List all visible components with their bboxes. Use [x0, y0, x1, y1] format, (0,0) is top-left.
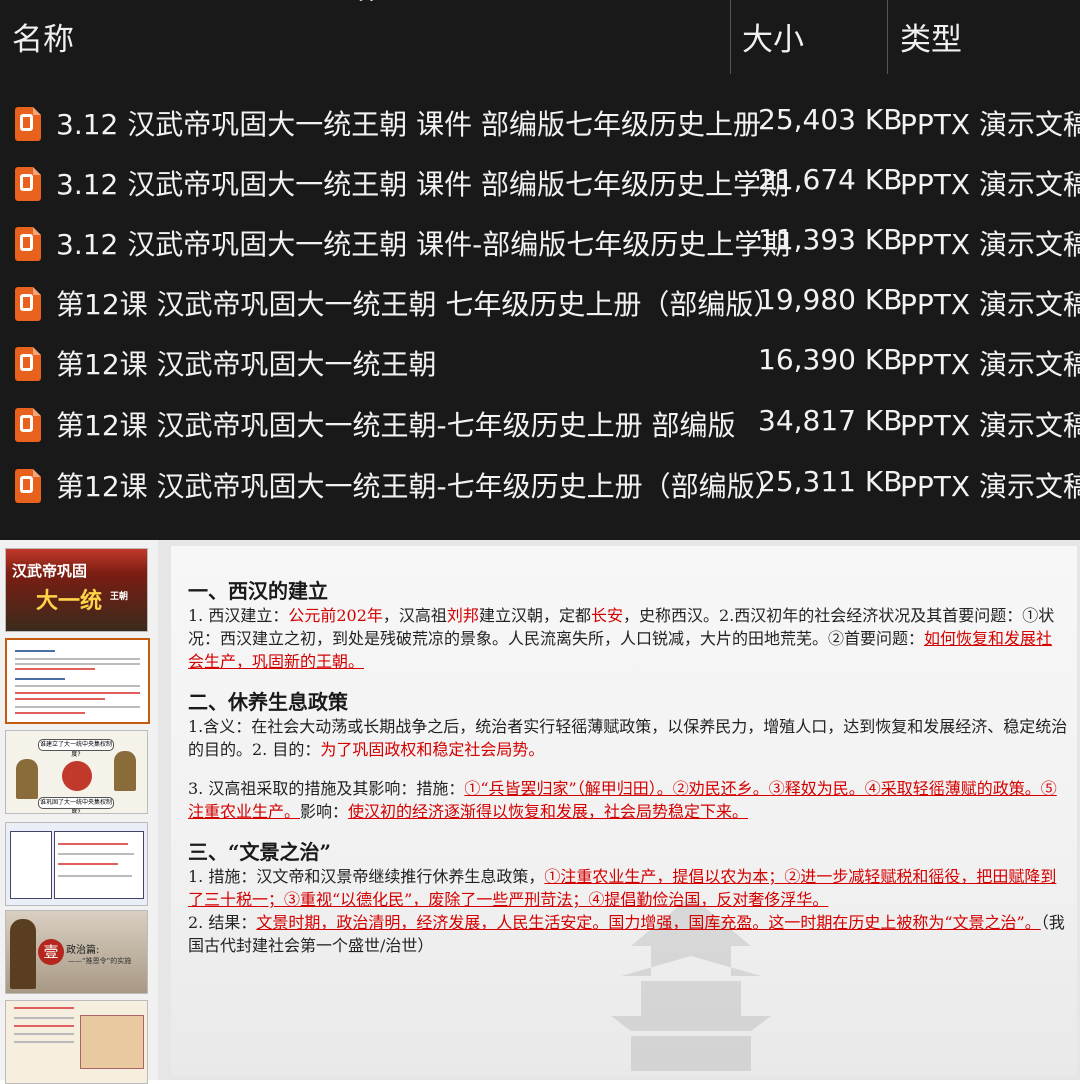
- slide-paragraph: 1.含义：在社会大动荡或长期战争之后，统治者实行轻徭薄赋政策，以保养民力，增殖人…: [188, 717, 1068, 759]
- file-size: 25,403 KB: [758, 103, 903, 136]
- column-divider[interactable]: [730, 0, 731, 74]
- file-size: 16,390 KB: [758, 343, 903, 376]
- thumb-question: 谁巩固了大一统中央集权制度?: [38, 797, 114, 814]
- file-name: 第12课 汉武帝巩固大一统王朝-七年级历史上册 部编版: [56, 409, 736, 442]
- pptx-file-icon: [15, 107, 41, 141]
- file-size: 19,980 KB: [758, 283, 903, 316]
- file-type: PPTX 演示文稿: [900, 348, 1080, 381]
- thumb-badge: 壹: [38, 939, 64, 965]
- slide-thumbnail[interactable]: 谁建立了大一统中央集权制度? 谁巩固了大一统中央集权制度?: [5, 730, 148, 814]
- file-row[interactable]: 3.12 汉武帝巩固大一统王朝 课件 部编版七年级历史上学期 21,674 KB…: [0, 155, 1080, 211]
- pptx-file-icon: [15, 469, 41, 503]
- pptx-file-icon: [15, 347, 41, 381]
- file-size: 25,311 KB: [758, 465, 903, 498]
- slide-canvas[interactable]: 一、西汉的建立 1. 西汉建立：公元前202年，汉高祖刘邦建立汉朝，定都长安，史…: [171, 546, 1077, 1076]
- presentation-window: 汉武帝巩固 大一统 王朝 谁建立了大一统中央集权制度? 谁巩固了大一统中央集权制…: [0, 540, 1080, 1084]
- section-heading: 一、西汉的建立: [188, 579, 328, 603]
- file-name: 第12课 汉武帝巩固大一统王朝: [56, 348, 437, 381]
- file-name: 3.12 汉武帝巩固大一统王朝 课件-部编版七年级历史上学期: [56, 228, 791, 261]
- file-name: 3.12 汉武帝巩固大一统王朝 课件 部编版七年级历史上册: [56, 108, 762, 141]
- slide-paragraph: 3. 汉高祖采取的措施及其影响：措施：①“兵皆罢归家”（解甲归田）。②劝民还乡。…: [188, 779, 1057, 821]
- slide-thumbnail[interactable]: [5, 822, 148, 906]
- slide-thumbnail[interactable]: 壹 政治篇: ——“推恩令”的实施: [5, 910, 148, 994]
- column-divider[interactable]: [887, 0, 888, 74]
- file-row[interactable]: 3.12 汉武帝巩固大一统王朝 课件 部编版七年级历史上册 25,403 KB …: [0, 95, 1080, 151]
- file-type: PPTX 演示文稿: [900, 409, 1080, 442]
- slide-thumbnail[interactable]: [5, 1000, 148, 1084]
- file-size: 11,393 KB: [758, 223, 903, 256]
- column-header-name[interactable]: 名称: [12, 14, 74, 59]
- file-name: 第12课 汉武帝巩固大一统王朝-七年级历史上册（部编版）: [56, 470, 783, 503]
- section-heading: 三、“文景之治”: [188, 840, 332, 864]
- pptx-file-icon: [15, 167, 41, 201]
- file-name: 3.12 汉武帝巩固大一统王朝 课件 部编版七年级历史上学期: [56, 168, 790, 201]
- column-header-type[interactable]: 类型: [900, 14, 962, 59]
- thumb-title-large: 大一统: [36, 588, 103, 614]
- file-type: PPTX 演示文稿: [900, 470, 1080, 503]
- slide-thumbnail-panel[interactable]: 汉武帝巩固 大一统 王朝 谁建立了大一统中央集权制度? 谁巩固了大一统中央集权制…: [0, 540, 158, 1084]
- file-type: PPTX 演示文稿: [900, 228, 1080, 261]
- slide-thumbnail-selected[interactable]: [5, 638, 150, 724]
- file-type: PPTX 演示文稿: [900, 288, 1080, 321]
- thumb-caption: 政治篇:: [66, 945, 100, 956]
- file-name: 第12课 汉武帝巩固大一统王朝 七年级历史上册（部编版）: [56, 288, 782, 321]
- sort-indicator[interactable]: ^: [357, 0, 375, 17]
- file-size: 21,674 KB: [758, 163, 903, 196]
- pptx-file-icon: [15, 227, 41, 261]
- pptx-file-icon: [15, 287, 41, 321]
- slide-paragraph: 2. 结果：文景时期，政治清明，经济发展，人民生活安定。国力增强，国库充盈。这一…: [188, 913, 1065, 955]
- file-explorer: ^ 名称 大小 类型 3.12 汉武帝巩固大一统王朝 课件 部编版七年级历史上册…: [0, 0, 1080, 540]
- file-type: PPTX 演示文稿: [900, 168, 1080, 201]
- file-row[interactable]: 第12课 汉武帝巩固大一统王朝-七年级历史上册 部编版 34,817 KB PP…: [0, 396, 1080, 452]
- column-header-size[interactable]: 大小: [742, 14, 804, 59]
- thumb-title: 汉武帝巩固: [12, 562, 88, 580]
- thumb-question: 谁建立了大一统中央集权制度?: [38, 739, 114, 758]
- file-row[interactable]: 3.12 汉武帝巩固大一统王朝 课件-部编版七年级历史上学期 11,393 KB…: [0, 215, 1080, 271]
- slide-paragraph: 1. 西汉建立：公元前202年，汉高祖刘邦建立汉朝，定都长安，史称西汉。2.西汉…: [188, 606, 1055, 671]
- file-row[interactable]: 第12课 汉武帝巩固大一统王朝 七年级历史上册（部编版） 19,980 KB P…: [0, 275, 1080, 331]
- thumb-title-suffix: 王朝: [110, 592, 129, 602]
- slide-paragraph: 1. 措施：汉文帝和汉景帝继续推行休养生息政策，①注重农业生产，提倡以农为本；②…: [188, 867, 1057, 909]
- pptx-file-icon: [15, 408, 41, 442]
- slide-thumbnail[interactable]: 汉武帝巩固 大一统 王朝: [5, 548, 148, 632]
- file-row[interactable]: 第12课 汉武帝巩固大一统王朝 16,390 KB PPTX 演示文稿: [0, 335, 1080, 391]
- file-type: PPTX 演示文稿: [900, 108, 1080, 141]
- file-row[interactable]: 第12课 汉武帝巩固大一统王朝-七年级历史上册（部编版） 25,311 KB P…: [0, 457, 1080, 513]
- thumb-subcaption: ——“推恩令”的实施: [68, 957, 132, 965]
- file-size: 34,817 KB: [758, 404, 903, 437]
- section-heading: 二、休养生息政策: [188, 690, 348, 714]
